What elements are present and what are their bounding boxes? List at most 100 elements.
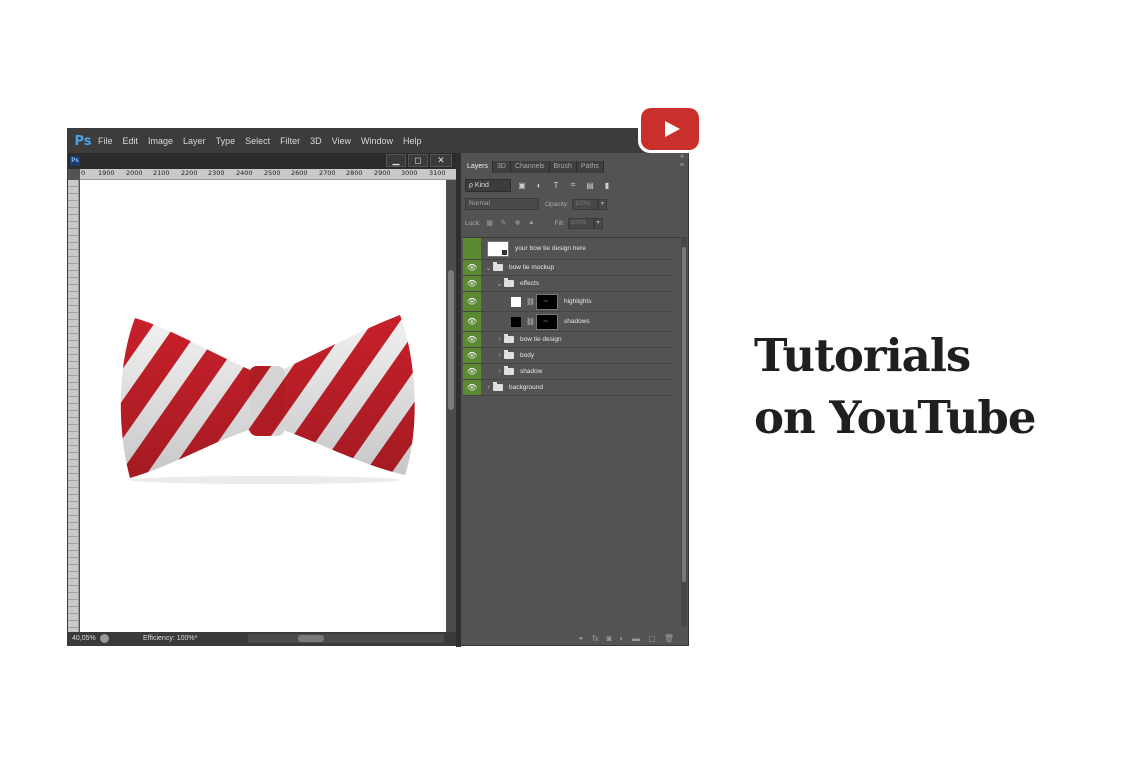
layer-row[interactable]: 👁︎ › shadow bbox=[463, 364, 673, 380]
eye-icon[interactable]: 👁︎ bbox=[463, 312, 481, 331]
layer-mask-thumbnail[interactable] bbox=[536, 313, 558, 330]
tab-3d[interactable]: 3D bbox=[493, 161, 511, 173]
eye-icon[interactable]: 👁︎ bbox=[463, 276, 481, 291]
tab-brush[interactable]: Brush bbox=[549, 161, 577, 173]
ruler-horizontal: 0 1900 2000 2100 2200 2300 2400 2500 260… bbox=[80, 169, 456, 180]
maximize-button[interactable]: ◻ bbox=[408, 154, 428, 167]
lock-all-icon[interactable]: 🔒︎ bbox=[527, 219, 537, 227]
zoom-level[interactable]: 40,05% bbox=[72, 635, 100, 642]
layer-row[interactable]: 👁︎ › background bbox=[463, 380, 673, 396]
youtube-badge[interactable] bbox=[638, 105, 702, 153]
tab-paths[interactable]: Paths bbox=[576, 161, 604, 173]
layer-row[interactable]: 👁︎ ⌄ effects bbox=[463, 276, 673, 292]
layer-filter-row: ρ Kind ▣ ◐ T ⌗ ▤ ▮ bbox=[465, 178, 685, 192]
lock-move-icon[interactable]: ✥ bbox=[513, 219, 523, 227]
panel-menu-icon[interactable]: ≡ bbox=[680, 162, 684, 169]
ruler-label: 1900 bbox=[98, 169, 115, 177]
menu-image[interactable]: Image bbox=[148, 136, 173, 146]
chevron-right-icon[interactable]: › bbox=[495, 368, 504, 375]
fx-icon[interactable]: fx bbox=[592, 634, 598, 643]
add-mask-icon[interactable]: ◙ bbox=[607, 634, 612, 643]
layers-scrollbar[interactable] bbox=[681, 237, 687, 626]
eye-icon[interactable]: 👁︎ bbox=[463, 348, 481, 363]
filter-kind-select[interactable]: ρ Kind bbox=[465, 178, 511, 192]
menu-filter[interactable]: Filter bbox=[280, 136, 300, 146]
menu-window[interactable]: Window bbox=[361, 136, 393, 146]
status-bar: 40,05% Efficiency: 100%* bbox=[68, 632, 456, 645]
menu-layer[interactable]: Layer bbox=[183, 136, 206, 146]
layer-row[interactable]: your bow tie design here bbox=[463, 238, 673, 260]
smart-object-filter-icon[interactable]: ▤ bbox=[584, 181, 596, 190]
canvas-vertical-scrollbar[interactable] bbox=[446, 180, 456, 632]
tab-layers[interactable]: Layers bbox=[463, 161, 494, 173]
fill-field[interactable]: 100% bbox=[567, 217, 594, 229]
menu-view[interactable]: View bbox=[332, 136, 351, 146]
layer-name: body bbox=[520, 352, 535, 359]
canvas-horizontal-scrollbar[interactable] bbox=[248, 634, 444, 643]
minimize-button[interactable]: ▁ bbox=[386, 154, 406, 167]
chevron-down-icon[interactable]: ⌄ bbox=[484, 264, 493, 272]
image-filter-icon[interactable]: ▣ bbox=[516, 181, 528, 190]
panel-tabs: Layers 3D Channels Brush Paths bbox=[463, 161, 604, 173]
menu-3d[interactable]: 3D bbox=[310, 136, 322, 146]
chevron-right-icon[interactable]: › bbox=[495, 336, 504, 343]
new-group-icon[interactable]: ▬ bbox=[632, 634, 640, 643]
trash-icon[interactable]: 🗑︎ bbox=[664, 634, 674, 643]
layer-name: highlights bbox=[564, 298, 592, 305]
status-info-icon[interactable] bbox=[100, 634, 109, 643]
blend-mode-select[interactable]: Normal bbox=[465, 198, 539, 210]
layer-row[interactable]: 👁︎ ⛓︎ shadows bbox=[463, 312, 673, 332]
menu-help[interactable]: Help bbox=[403, 136, 422, 146]
chevron-down-icon[interactable]: ⌄ bbox=[495, 280, 504, 288]
layer-row[interactable]: 👁︎ ⛓︎ highlights bbox=[463, 292, 673, 312]
shape-filter-icon[interactable]: ⌗ bbox=[567, 180, 579, 190]
layer-row[interactable]: 👁︎ › body bbox=[463, 348, 673, 364]
adjustment-layer-icon[interactable]: ◐ bbox=[619, 634, 624, 643]
link-icon[interactable]: ⛓︎ bbox=[526, 298, 535, 306]
layers-footer: ⚭ fx ◙ ◐ ▬ ▢ 🗑︎ bbox=[461, 631, 688, 645]
chevron-right-icon[interactable]: › bbox=[495, 352, 504, 359]
ps-mini-icon[interactable]: Ps bbox=[70, 156, 80, 166]
eye-icon[interactable]: 👁︎ bbox=[463, 380, 481, 395]
link-layers-icon[interactable]: ⚭ bbox=[578, 634, 585, 643]
eye-icon[interactable]: 👁︎ bbox=[463, 292, 481, 311]
visibility-toggle[interactable] bbox=[463, 238, 481, 259]
youtube-logo bbox=[641, 108, 699, 150]
ruler-label: 2500 bbox=[264, 169, 281, 177]
menu-select[interactable]: Select bbox=[245, 136, 270, 146]
lock-transparency-icon[interactable]: ▦ bbox=[485, 219, 495, 227]
close-button[interactable]: ✕ bbox=[430, 154, 452, 167]
chevron-down-icon[interactable]: ▾ bbox=[593, 217, 603, 229]
menu-file[interactable]: File bbox=[98, 136, 113, 146]
layer-name: bow tie mockup bbox=[509, 264, 555, 271]
ruler-label: 0 bbox=[81, 169, 86, 177]
adjustment-filter-icon[interactable]: ◐ bbox=[533, 181, 545, 190]
layer-row[interactable]: 👁︎ ⌄ bow tie mockup bbox=[463, 260, 673, 276]
new-layer-icon[interactable]: ▢ bbox=[648, 634, 656, 643]
layer-mask-thumbnail[interactable] bbox=[536, 293, 558, 310]
filter-toggle-icon[interactable]: ▮ bbox=[601, 181, 613, 190]
menu-edit[interactable]: Edit bbox=[123, 136, 139, 146]
folder-icon bbox=[504, 334, 514, 343]
eye-icon[interactable]: 👁︎ bbox=[463, 364, 481, 379]
layer-thumbnail bbox=[511, 316, 521, 327]
chevron-right-icon[interactable]: › bbox=[484, 384, 493, 391]
photoshop-window: Ps File Edit Image Layer Type Select Fil… bbox=[67, 128, 689, 647]
panel-collapse-icon[interactable]: » bbox=[680, 153, 684, 160]
layer-row[interactable]: 👁︎ › bow tie design bbox=[463, 332, 673, 348]
link-icon[interactable]: ⛓︎ bbox=[526, 318, 535, 326]
lock-paint-icon[interactable]: ✎ bbox=[499, 219, 509, 227]
scroll-thumb[interactable] bbox=[682, 247, 686, 582]
opacity-field[interactable]: 100% bbox=[571, 198, 598, 210]
fill-label: Fill: bbox=[554, 219, 565, 227]
eye-icon[interactable]: 👁︎ bbox=[463, 260, 481, 275]
document-canvas[interactable] bbox=[80, 180, 446, 632]
ruler-ticks bbox=[68, 180, 78, 632]
chevron-down-icon[interactable]: ▾ bbox=[597, 198, 607, 210]
scroll-thumb[interactable] bbox=[298, 635, 324, 642]
scroll-thumb[interactable] bbox=[448, 270, 454, 410]
menu-type[interactable]: Type bbox=[216, 136, 236, 146]
eye-icon[interactable]: 👁︎ bbox=[463, 332, 481, 347]
type-filter-icon[interactable]: T bbox=[550, 181, 562, 190]
tab-channels[interactable]: Channels bbox=[510, 161, 550, 173]
